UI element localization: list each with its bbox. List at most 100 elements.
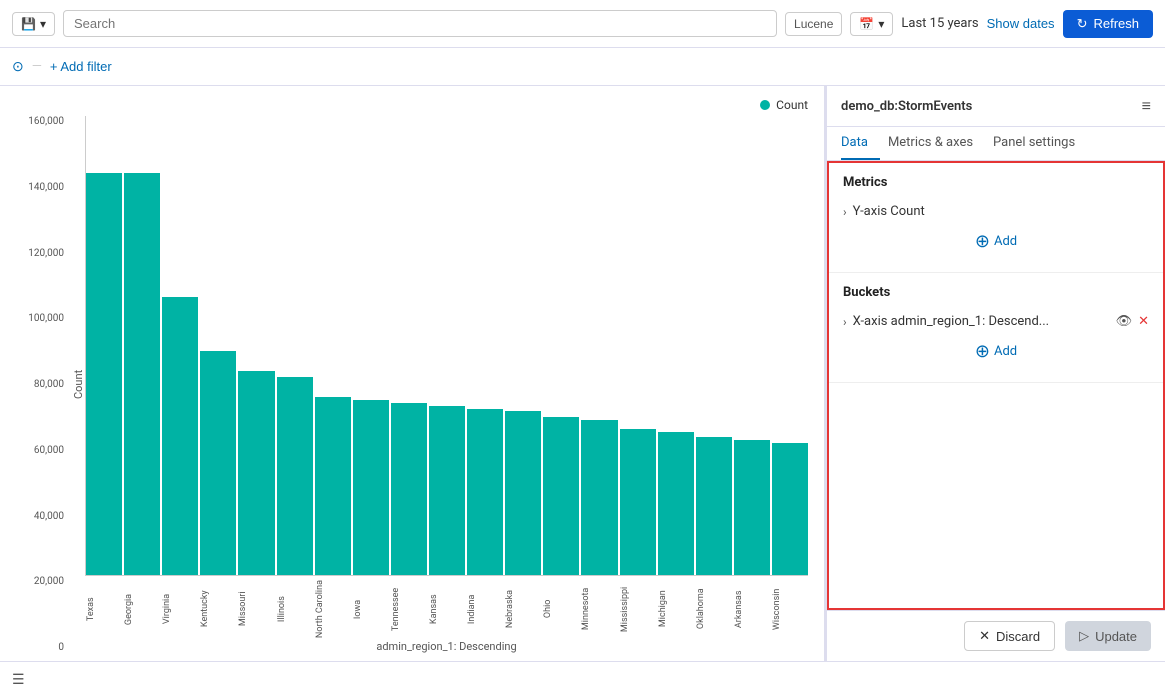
x-label: Texas bbox=[86, 580, 122, 638]
y-tick: 100,000 bbox=[16, 313, 64, 324]
filter-divider: — bbox=[32, 59, 42, 74]
show-dates-button[interactable]: Show dates bbox=[987, 16, 1055, 31]
lucene-button[interactable]: Lucene bbox=[785, 12, 842, 36]
discard-button[interactable]: ✕ Discard bbox=[964, 621, 1055, 651]
panel-tabs: Data Metrics & axes Panel settings bbox=[827, 127, 1165, 161]
bar bbox=[86, 173, 122, 575]
bar bbox=[772, 443, 808, 575]
x-label: Iowa bbox=[353, 580, 389, 638]
x-label: Indiana bbox=[467, 580, 503, 638]
bucket-item[interactable]: › X-axis admin_region_1: Descend... 👁 ✕ bbox=[843, 310, 1149, 333]
x-labels-container: TexasGeorgiaVirginiaKentuckyMissouriIlli… bbox=[85, 580, 808, 638]
add-metric-row[interactable]: ⊕ Add bbox=[843, 223, 1149, 260]
chart-area: Count 0 20,000 40,000 60,000 80,000 100,000 12… bbox=[0, 86, 825, 661]
legend-label: Count bbox=[776, 98, 808, 112]
date-range-label: Last 15 years bbox=[901, 16, 978, 31]
bar bbox=[467, 409, 503, 575]
chart-wrapper: 0 20,000 40,000 60,000 80,000 100,000 120,000 1… bbox=[16, 116, 808, 653]
bar bbox=[581, 420, 617, 575]
bucket-actions: 👁 ✕ bbox=[1116, 314, 1149, 329]
y-tick: 60,000 bbox=[16, 445, 64, 456]
filter-circle-icon[interactable]: ⊙ bbox=[12, 59, 24, 75]
x-label: Tennessee bbox=[391, 580, 427, 638]
save-chevron-icon: ▾ bbox=[40, 17, 46, 31]
x-axis-title: admin_region_1: Descending bbox=[85, 640, 808, 653]
main-content: Count 0 20,000 40,000 60,000 80,000 100,000 12… bbox=[0, 86, 1165, 661]
buckets-section: Buckets › X-axis admin_region_1: Descend… bbox=[829, 273, 1163, 383]
panel-header: demo_db:StormEvents ≡ bbox=[827, 86, 1165, 127]
x-label: Georgia bbox=[124, 580, 160, 638]
bar bbox=[162, 297, 198, 575]
x-label: Kansas bbox=[429, 580, 465, 638]
right-panel: demo_db:StormEvents ≡ Data Metrics & axe… bbox=[825, 86, 1165, 661]
add-bucket-row[interactable]: ⊕ Add bbox=[843, 333, 1149, 370]
panel-body: Metrics › Y-axis Count ⊕ Add Buckets › X… bbox=[827, 161, 1165, 610]
tab-data[interactable]: Data bbox=[841, 127, 880, 160]
bar bbox=[620, 429, 656, 575]
update-button[interactable]: ▷ Update bbox=[1065, 621, 1151, 651]
date-picker[interactable]: 📅 ▾ bbox=[850, 12, 893, 36]
x-label: Virginia bbox=[162, 580, 198, 638]
metric-item[interactable]: › Y-axis Count bbox=[843, 200, 1149, 223]
bars-container bbox=[85, 116, 808, 576]
panel-menu-icon[interactable]: ≡ bbox=[1142, 96, 1151, 116]
add-bucket-icon: ⊕ bbox=[975, 341, 990, 362]
discard-icon: ✕ bbox=[979, 628, 990, 644]
x-label: Minnesota bbox=[581, 580, 617, 638]
bar bbox=[696, 437, 732, 575]
eye-icon[interactable]: 👁 bbox=[1116, 314, 1133, 329]
x-label: Mississippi bbox=[620, 580, 656, 638]
y-tick: 40,000 bbox=[16, 511, 64, 522]
metric-label: Y-axis Count bbox=[853, 204, 1149, 219]
chart-inner: TexasGeorgiaVirginiaKentuckyMissouriIlli… bbox=[85, 116, 808, 653]
y-axis-title-container: Count bbox=[68, 116, 85, 653]
calendar-chevron-icon: ▾ bbox=[878, 17, 884, 31]
y-axis-labels: 0 20,000 40,000 60,000 80,000 100,000 120,000 1… bbox=[16, 116, 68, 653]
panel-footer: ✕ Discard ▷ Update bbox=[827, 610, 1165, 661]
bar bbox=[505, 411, 541, 574]
refresh-button[interactable]: ↻ Refresh bbox=[1063, 10, 1153, 38]
save-icon: 💾 bbox=[21, 17, 36, 31]
refresh-icon: ↻ bbox=[1077, 16, 1088, 32]
panel-title: demo_db:StormEvents bbox=[841, 99, 972, 114]
bar bbox=[658, 432, 694, 575]
add-bucket-label: Add bbox=[994, 344, 1017, 359]
bar bbox=[200, 351, 236, 575]
y-tick: 20,000 bbox=[16, 576, 64, 587]
bucket-close-icon[interactable]: ✕ bbox=[1138, 314, 1149, 329]
y-tick: 120,000 bbox=[16, 248, 64, 259]
bar bbox=[391, 403, 427, 575]
chart-legend: Count bbox=[16, 98, 808, 112]
y-tick: 80,000 bbox=[16, 379, 64, 390]
bar bbox=[315, 397, 351, 575]
refresh-label: Refresh bbox=[1093, 16, 1139, 31]
bar bbox=[353, 400, 389, 575]
tab-metrics-axes[interactable]: Metrics & axes bbox=[888, 127, 985, 160]
metrics-section: Metrics › Y-axis Count ⊕ Add bbox=[829, 163, 1163, 273]
bar bbox=[429, 406, 465, 575]
x-label: Nebraska bbox=[505, 580, 541, 638]
filter-bar: ⊙ — + Add filter bbox=[0, 48, 1165, 86]
x-label: Kentucky bbox=[200, 580, 236, 638]
save-button[interactable]: 💾 ▾ bbox=[12, 12, 55, 36]
bottom-bar: ☰ bbox=[0, 661, 1165, 697]
update-label: Update bbox=[1095, 629, 1137, 644]
metric-chevron-icon: › bbox=[843, 205, 847, 219]
search-input[interactable] bbox=[63, 10, 777, 37]
list-icon[interactable]: ☰ bbox=[12, 672, 25, 688]
x-label: North Carolina bbox=[315, 580, 351, 638]
discard-label: Discard bbox=[996, 629, 1040, 644]
update-play-icon: ▷ bbox=[1079, 628, 1089, 644]
y-tick: 0 bbox=[16, 642, 64, 653]
x-label: Arkansas bbox=[734, 580, 770, 638]
y-axis-title: Count bbox=[72, 370, 85, 399]
y-tick: 160,000 bbox=[16, 116, 64, 127]
tab-panel-settings[interactable]: Panel settings bbox=[993, 127, 1087, 160]
x-label: Missouri bbox=[238, 580, 274, 638]
add-metric-icon: ⊕ bbox=[975, 231, 990, 252]
metrics-section-title: Metrics bbox=[843, 175, 1149, 190]
bar bbox=[124, 173, 160, 575]
x-label: Illinois bbox=[277, 580, 313, 638]
x-label: Ohio bbox=[543, 580, 579, 638]
add-filter-button[interactable]: + Add filter bbox=[50, 59, 112, 74]
